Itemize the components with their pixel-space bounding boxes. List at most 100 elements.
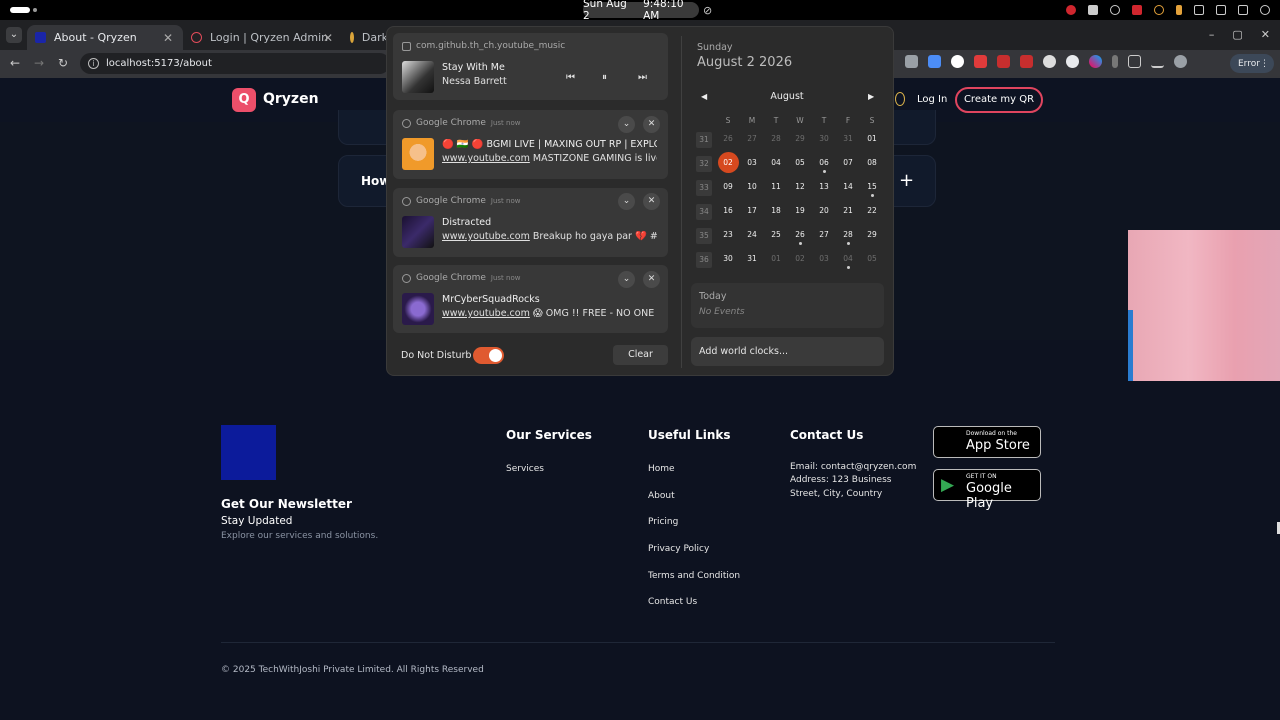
calendar-day[interactable]: 11 (764, 177, 788, 199)
reading-list-icon[interactable] (1151, 55, 1164, 68)
extensions-puzzle-icon[interactable] (1128, 55, 1141, 68)
volume-icon[interactable] (1194, 5, 1204, 15)
clear-notifications-button[interactable]: Clear (613, 345, 668, 365)
battery-icon[interactable] (1238, 5, 1248, 15)
extension-i-icon[interactable] (1112, 55, 1118, 68)
dismiss-close-icon[interactable]: ✕ (643, 193, 660, 210)
location-icon[interactable] (1154, 5, 1164, 15)
calendar-day[interactable]: 14 (836, 177, 860, 199)
calendar-day[interactable]: 05 (788, 153, 812, 175)
calendar-day[interactable]: 01 (860, 129, 884, 151)
add-world-clocks-button[interactable]: Add world clocks... (691, 337, 884, 366)
calendar-day[interactable]: 17 (740, 201, 764, 223)
site-brand[interactable]: Qryzen (263, 91, 319, 107)
google-play-button[interactable]: ▶ GET IT ON Google Play (933, 469, 1041, 511)
footer-link-about[interactable]: About (648, 491, 675, 501)
qryzen-logo-icon[interactable]: Q (232, 88, 256, 112)
previous-month-icon[interactable]: ◀ (701, 92, 707, 101)
next-track-icon[interactable]: ⏭ (638, 72, 647, 83)
maximize-icon[interactable]: ▢ (1232, 28, 1242, 41)
notification-site-link[interactable]: www.youtube.com (442, 308, 530, 319)
media-player-notification[interactable]: com.github.th_ch.youtube_music Stay With… (393, 33, 668, 100)
calendar-day[interactable]: 28 (764, 129, 788, 151)
calendar-day[interactable]: 27 (812, 225, 836, 247)
close-tab-icon[interactable]: ✕ (323, 31, 333, 45)
close-window-icon[interactable]: ✕ (1261, 28, 1270, 41)
calendar-day[interactable]: 04 (836, 249, 860, 271)
close-tab-icon[interactable]: ✕ (163, 31, 173, 45)
extension-f-icon[interactable] (1043, 55, 1056, 68)
footer-link-services[interactable]: Services (506, 464, 544, 474)
calendar-day[interactable]: 03 (812, 249, 836, 271)
calendar-day[interactable]: 06 (812, 153, 836, 175)
theme-toggle-icon[interactable] (895, 92, 905, 106)
calendar-day[interactable]: 12 (788, 177, 812, 199)
calendar-day[interactable]: 30 (812, 129, 836, 151)
extension-c-icon[interactable] (974, 55, 987, 68)
calendar-day[interactable]: 13 (812, 177, 836, 199)
date-time-button[interactable]: Sun Aug 2 9:48:10 AM (583, 0, 699, 22)
footer-link-home[interactable]: Home (648, 464, 675, 474)
extension-b-icon[interactable] (951, 55, 964, 68)
more-menu-icon[interactable]: ⋮ (1260, 59, 1269, 69)
calendar-day[interactable]: 18 (764, 201, 788, 223)
calendar-day[interactable]: 28 (836, 225, 860, 247)
reload-icon[interactable]: ↻ (58, 56, 68, 70)
calendar-day[interactable]: 08 (860, 153, 884, 175)
footer-link-contact[interactable]: Contact Us (648, 597, 697, 607)
calendar-day[interactable]: 30 (716, 249, 740, 271)
calendar-day[interactable]: 04 (764, 153, 788, 175)
sync-icon[interactable] (1110, 5, 1120, 15)
activities-indicator[interactable] (10, 7, 30, 13)
microphone-icon[interactable] (1176, 5, 1182, 15)
calendar-day[interactable]: 10 (740, 177, 764, 199)
dismiss-close-icon[interactable]: ✕ (643, 116, 660, 133)
calendar-day[interactable]: 03 (740, 153, 764, 175)
extension-e-icon[interactable] (1020, 55, 1033, 68)
calendar-full-date[interactable]: August 2 2026 (697, 55, 792, 70)
login-link[interactable]: Log In (917, 94, 947, 105)
expand-chevron-icon[interactable]: ⌄ (618, 193, 635, 210)
calendar-day[interactable]: 05 (860, 249, 884, 271)
calendar-day[interactable]: 09 (716, 177, 740, 199)
next-month-icon[interactable]: ▶ (868, 92, 874, 101)
extension-g-icon[interactable] (1066, 55, 1079, 68)
address-bar[interactable]: i localhost:5173/about (80, 53, 390, 74)
notification-site-link[interactable]: www.youtube.com (442, 153, 530, 164)
dismiss-close-icon[interactable]: ✕ (643, 271, 660, 288)
calendar-day[interactable]: 29 (788, 129, 812, 151)
expand-plus-icon[interactable]: + (899, 170, 914, 191)
back-icon[interactable]: ← (10, 56, 20, 70)
create-qr-button[interactable]: Create my QR (955, 87, 1043, 113)
calendar-day[interactable]: 15 (860, 177, 884, 199)
calendar-day[interactable]: 22 (860, 201, 884, 223)
extension-a-icon[interactable] (928, 55, 941, 68)
calendar-day[interactable]: 16 (716, 201, 740, 223)
calendar-day[interactable]: 21 (836, 201, 860, 223)
profile-icon[interactable] (1174, 55, 1187, 68)
notification-site-link[interactable]: www.youtube.com (442, 231, 530, 242)
error-profile-button[interactable]: Error ⋮ (1230, 54, 1274, 73)
app-store-button[interactable]: Download on the App Store (933, 426, 1041, 458)
extension-d-icon[interactable] (997, 55, 1010, 68)
calendar-day[interactable]: 31 (740, 249, 764, 271)
calendar-day[interactable]: 26 (716, 129, 740, 151)
discord-icon[interactable] (1088, 5, 1098, 15)
calendar-day[interactable]: 07 (836, 153, 860, 175)
calendar-day[interactable]: 02 (788, 249, 812, 271)
expand-chevron-icon[interactable]: ⌄ (618, 271, 635, 288)
forward-icon[interactable]: → (34, 56, 44, 70)
tab-dark[interactable]: Dark (342, 25, 388, 50)
record-icon[interactable] (1066, 5, 1076, 15)
extension-h-icon[interactable] (1089, 55, 1102, 68)
calendar-day[interactable]: 20 (812, 201, 836, 223)
minimize-icon[interactable]: – (1209, 28, 1215, 41)
calendar-day-today[interactable]: 02 (716, 152, 740, 175)
pause-icon[interactable]: ⏸ (602, 72, 607, 83)
calendar-day[interactable]: 25 (764, 225, 788, 247)
expand-chevron-icon[interactable]: ⌄ (618, 116, 635, 133)
footer-link-terms[interactable]: Terms and Condition (648, 571, 740, 581)
tab-search-chevron-icon[interactable]: ⌄ (6, 27, 22, 43)
tab-about-qryzen[interactable]: About - Qryzen ✕ (27, 25, 183, 50)
calendar-day[interactable]: 24 (740, 225, 764, 247)
